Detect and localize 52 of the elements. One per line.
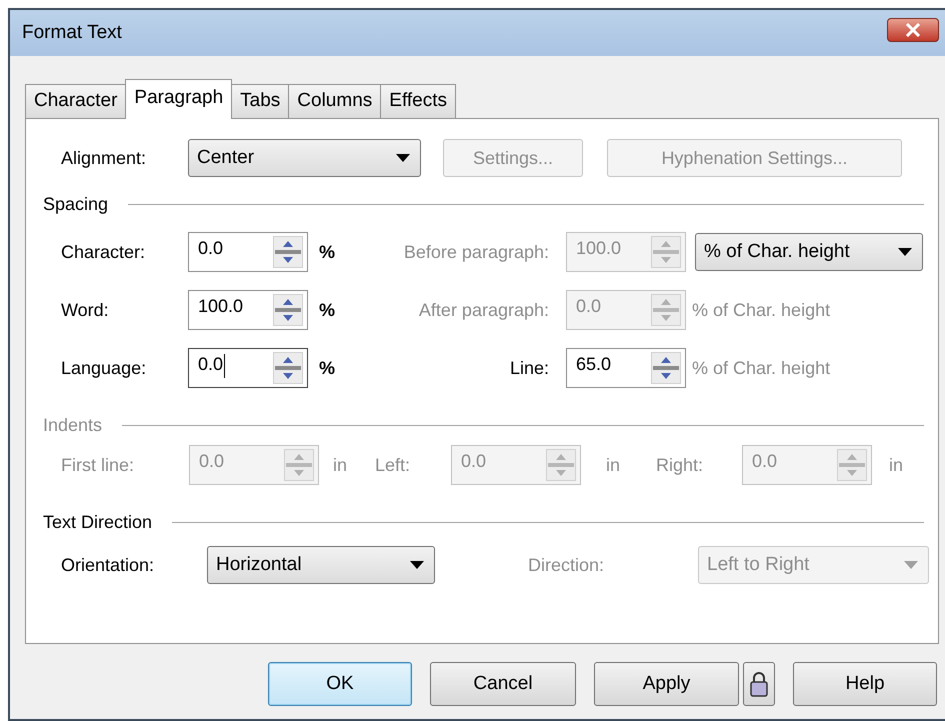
dropdown[interactable]: Center <box>188 139 421 177</box>
field-label: Word: <box>61 298 110 322</box>
lock-icon <box>750 670 768 697</box>
unit-label: % <box>318 356 336 380</box>
unit-label: % <box>318 240 336 264</box>
caret-icon <box>904 561 918 569</box>
spin-button[interactable] <box>651 352 681 384</box>
field-label: Alignment: <box>61 146 148 170</box>
section-heading: Spacing <box>43 193 108 216</box>
window-title: Format Text <box>22 20 122 45</box>
dropdown-value: % of Char. height <box>704 240 850 264</box>
spin-button[interactable] <box>273 352 303 384</box>
tab[interactable]: Character <box>25 84 126 118</box>
field-label: Orientation: <box>61 554 156 576</box>
text-cursor <box>224 354 225 378</box>
field-label: After paragraph: <box>418 298 550 322</box>
section-heading: Indents <box>43 414 102 437</box>
field-label: Language: <box>61 356 148 380</box>
section-heading: Text Direction <box>43 511 152 534</box>
dropdown-value: Horizontal <box>216 552 302 577</box>
field-label: Line: <box>508 356 550 380</box>
dialog-button[interactable]: Cancel <box>430 662 576 706</box>
unit-label: in <box>333 454 348 476</box>
field-label: First line: <box>61 454 136 476</box>
field-label: Right: <box>656 454 704 477</box>
caret-icon <box>898 248 912 256</box>
close-icon <box>905 23 921 37</box>
field-label: Left: <box>375 454 412 476</box>
tab[interactable]: Paragraph <box>125 79 232 119</box>
dropdown-value: Left to Right <box>707 552 810 577</box>
field-label: Direction: <box>528 554 606 576</box>
dropdown-value: Center <box>197 146 254 170</box>
field-label: Before paragraph: <box>402 240 550 264</box>
tab[interactable]: Tabs <box>231 84 290 118</box>
unit-label: % of Char. height <box>691 356 830 380</box>
dialog-button[interactable]: Help <box>793 662 937 706</box>
spin-button[interactable] <box>273 294 303 326</box>
unit-label: % of Char. height <box>691 298 830 322</box>
unit-label: in <box>889 454 904 476</box>
caret-icon <box>410 561 424 569</box>
field-label: Character: <box>61 240 146 264</box>
lock-button[interactable] <box>743 662 775 706</box>
tab[interactable]: Columns <box>288 84 382 118</box>
unit-label: in <box>606 454 620 476</box>
caret-icon <box>396 154 410 162</box>
dialog-button[interactable]: OK <box>268 662 412 706</box>
unit-label: % <box>318 298 336 322</box>
tab[interactable]: Effects <box>380 84 456 118</box>
dropdown[interactable]: Horizontal <box>207 546 435 584</box>
spin-button[interactable] <box>273 236 303 268</box>
dialog-button[interactable]: Apply <box>594 662 739 706</box>
close-button[interactable] <box>887 18 939 42</box>
